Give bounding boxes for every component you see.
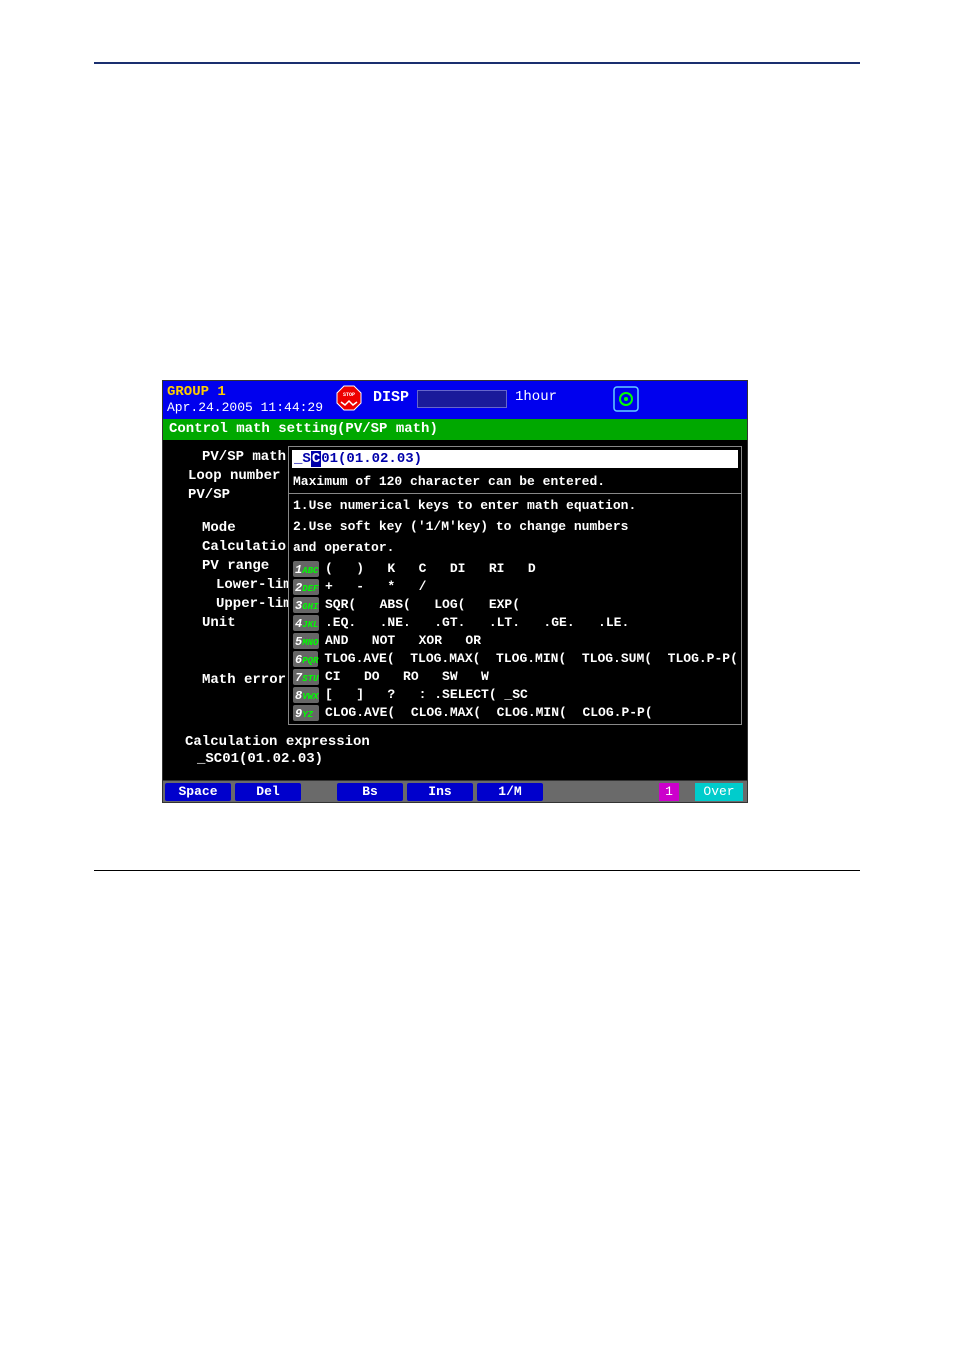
key-3-items: SQR( ABS( LOG( EXP( <box>325 596 520 614</box>
label-math-error: Math error <box>202 671 292 690</box>
key-grid: 1ABC ( ) K C DI RI D 2DEF + - * / 3GHI SQR(… <box>289 558 741 724</box>
key-2-items: + - * / <box>325 578 426 596</box>
label-unit: Unit <box>202 614 292 633</box>
key-9-icon: 9YZ <box>293 705 319 721</box>
softkey-1m[interactable]: 1/M <box>477 783 543 801</box>
softkey-slot[interactable]: 1 <box>659 783 679 801</box>
key-3-icon: 3GHI <box>293 597 319 613</box>
key-row-6[interactable]: 6PQR TLOG.AVE( TLOG.MAX( TLOG.MIN( TLOG.S… <box>293 650 737 668</box>
input-cursor: C <box>311 451 321 467</box>
key-1-items: ( ) K C DI RI D <box>325 560 536 578</box>
datetime-label: Apr.24.2005 11:44:29 <box>167 400 323 415</box>
math-entry-popup: _SC01(01.02.03) Maximum of 120 character… <box>288 446 742 725</box>
expression-input[interactable]: _SC01(01.02.03) <box>292 450 738 468</box>
max-chars-msg: Maximum of 120 character can be entered. <box>289 471 741 492</box>
input-rest: 01(01.02.03) <box>321 451 422 467</box>
label-loop-number: Loop number <box>188 467 292 486</box>
key-6-icon: 6PQR <box>293 651 318 667</box>
key-row-9[interactable]: 9YZ CLOG.AVE( CLOG.MAX( CLOG.MIN( CLOG.P-… <box>293 704 737 722</box>
softkey-space[interactable]: Space <box>165 783 231 801</box>
refresh-icon[interactable] <box>613 386 639 412</box>
input-prefix: _S <box>294 451 311 467</box>
key-9-items: CLOG.AVE( CLOG.MAX( CLOG.MIN( CLOG.P-P( <box>325 704 653 722</box>
header-bar: GROUP 1 Apr.24.2005 11:44:29 STOP DISP 1… <box>163 381 747 419</box>
key-row-8[interactable]: 8VWX [ ] ? : .SELECT( _SC <box>293 686 737 704</box>
hint-2: 2.Use soft key ('1/M'key) to change numb… <box>289 516 741 537</box>
calc-expression-block: Calculation expression _SC01(01.02.03) <box>185 734 370 768</box>
key-row-1[interactable]: 1ABC ( ) K C DI RI D <box>293 560 737 578</box>
key-5-icon: 5MNO <box>293 633 319 649</box>
device-screen: GROUP 1 Apr.24.2005 11:44:29 STOP DISP 1… <box>162 380 748 803</box>
key-8-items: [ ] ? : .SELECT( _SC <box>325 686 528 704</box>
calc-expression-label: Calculation expression <box>185 734 370 751</box>
key-row-2[interactable]: 2DEF + - * / <box>293 578 737 596</box>
stop-icon: STOP <box>335 384 363 412</box>
key-4-items: .EQ. .NE. .GT. .LT. .GE. .LE. <box>325 614 629 632</box>
label-upper-lim: Upper-lim <box>216 595 292 614</box>
group-label: GROUP 1 <box>167 385 323 400</box>
softkey-del[interactable]: Del <box>235 783 301 801</box>
disp-progress-box <box>417 390 507 408</box>
group-block: GROUP 1 Apr.24.2005 11:44:29 <box>167 385 323 415</box>
softkey-over[interactable]: Over <box>695 783 743 801</box>
key-5-items: AND NOT XOR OR <box>325 632 481 650</box>
main-content: PV/SP math Loop number PV/SP Mode Calcul… <box>163 440 747 780</box>
label-mode: Mode <box>202 519 292 538</box>
label-calculatio: Calculatio <box>202 538 292 557</box>
calc-expression-value: _SC01(01.02.03) <box>197 751 370 768</box>
label-pvsp: PV/SP <box>188 486 292 505</box>
disp-label: DISP <box>373 389 409 406</box>
softkey-ins[interactable]: Ins <box>407 783 473 801</box>
left-panel: PV/SP math Loop number PV/SP Mode Calcul… <box>188 448 292 690</box>
screen-container: GROUP 1 Apr.24.2005 11:44:29 STOP DISP 1… <box>162 380 748 803</box>
label-pvsp-math: PV/SP math <box>202 448 292 467</box>
svg-text:STOP: STOP <box>343 392 355 398</box>
period-label: 1hour <box>515 389 557 405</box>
key-8-icon: 8VWX <box>293 687 319 703</box>
key-row-5[interactable]: 5MNO AND NOT XOR OR <box>293 632 737 650</box>
section-divider <box>94 870 860 871</box>
key-row-4[interactable]: 4JKL .EQ. .NE. .GT. .LT. .GE. .LE. <box>293 614 737 632</box>
key-4-icon: 4JKL <box>293 615 319 631</box>
top-divider <box>94 62 860 64</box>
key-6-items: TLOG.AVE( TLOG.MAX( TLOG.MIN( TLOG.SUM( … <box>324 650 737 668</box>
key-7-items: CI DO RO SW W <box>325 668 489 686</box>
key-2-icon: 2DEF <box>293 579 319 595</box>
key-1-icon: 1ABC <box>293 561 319 577</box>
softkey-bar: Space Del Bs Ins 1/M 1 Over <box>163 780 747 802</box>
hint-2b: and operator. <box>289 537 741 558</box>
key-row-7[interactable]: 7STU CI DO RO SW W <box>293 668 737 686</box>
hint-1: 1.Use numerical keys to enter math equat… <box>289 495 741 516</box>
softkey-bs[interactable]: Bs <box>337 783 403 801</box>
label-pv-range: PV range <box>202 557 292 576</box>
key-row-3[interactable]: 3GHI SQR( ABS( LOG( EXP( <box>293 596 737 614</box>
key-7-icon: 7STU <box>293 669 319 685</box>
title-bar: Control math setting(PV/SP math) <box>163 419 747 440</box>
label-lower-lim: Lower-lim <box>216 576 292 595</box>
